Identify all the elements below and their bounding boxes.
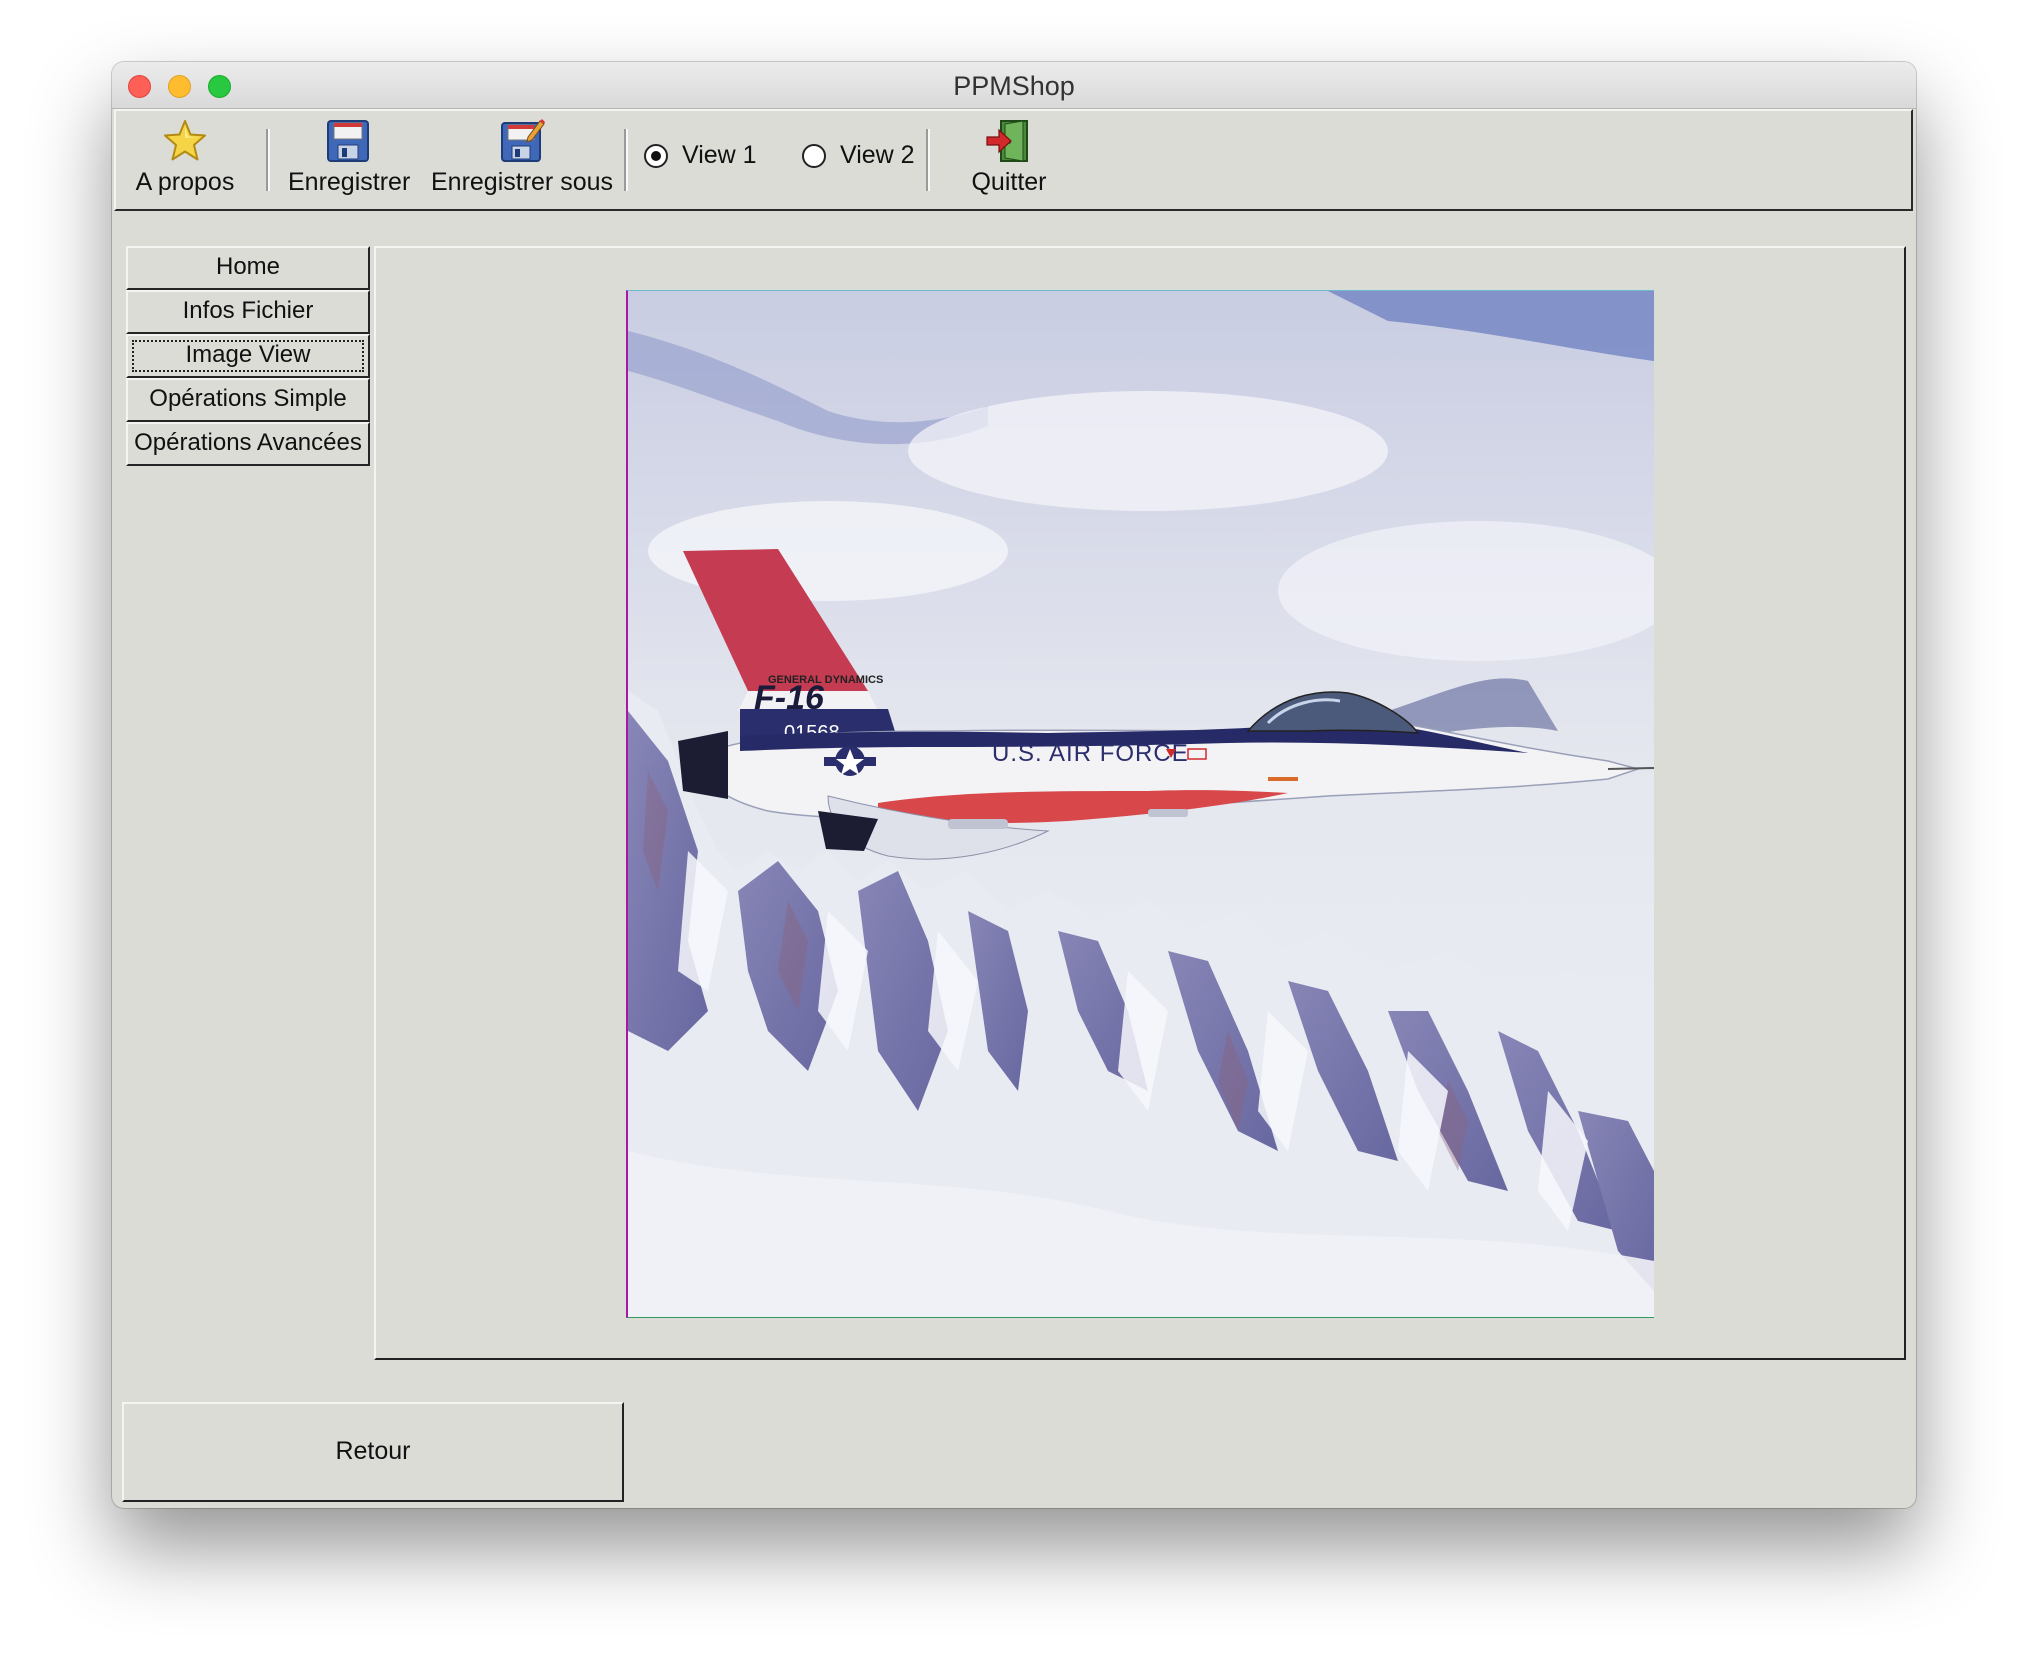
f16-jet-image: GENERAL DYNAMICS F-16 01568 U.S. AIR FOR… xyxy=(628,291,1654,1317)
exit-door-icon xyxy=(986,120,1028,162)
about-label: A propos xyxy=(135,168,235,196)
image-canvas: GENERAL DYNAMICS F-16 01568 U.S. AIR FOR… xyxy=(626,290,1654,1318)
sidebar-nav: Home Infos Fichier Image View Opérations… xyxy=(126,246,370,466)
window-title: PPMShop xyxy=(953,71,1075,101)
view2-label: View 2 xyxy=(840,141,915,169)
quit-label: Quitter xyxy=(971,168,1047,196)
floppy-disk-icon xyxy=(327,120,369,162)
star-icon xyxy=(164,120,206,161)
view2-radio[interactable]: View 2 xyxy=(802,141,915,170)
save-button[interactable]: Enregistrer xyxy=(288,117,411,205)
view1-label: View 1 xyxy=(682,141,757,169)
floppy-disk-edit-icon xyxy=(501,119,545,162)
radio-selected-icon xyxy=(644,143,668,168)
radio-unselected-icon xyxy=(802,143,826,168)
fuselage-text: U.S. AIR FORCE xyxy=(992,740,1189,767)
image-view-panel: GENERAL DYNAMICS F-16 01568 U.S. AIR FOR… xyxy=(374,246,1906,1360)
app-window: PPMShop A propos Enregistrer Enregistrer… xyxy=(112,62,1916,1508)
view1-radio[interactable]: View 1 xyxy=(644,141,757,170)
toolbar: A propos Enregistrer Enregistrer sous Vi… xyxy=(114,109,1913,211)
toolbar-separator xyxy=(266,129,270,191)
quit-button[interactable]: Quitter xyxy=(954,117,1064,205)
about-button[interactable]: A propos xyxy=(130,117,240,205)
toolbar-separator xyxy=(624,129,628,191)
save-as-button[interactable]: Enregistrer sous xyxy=(430,117,614,205)
sidebar-item-operations-avancees[interactable]: Opérations Avancées xyxy=(126,422,370,466)
sidebar-item-operations-simple[interactable]: Opérations Simple xyxy=(126,378,370,422)
toolbar-separator xyxy=(926,129,930,191)
back-button[interactable]: Retour xyxy=(122,1402,624,1502)
sidebar-item-infos-fichier[interactable]: Infos Fichier xyxy=(126,290,370,334)
title-bar[interactable]: PPMShop xyxy=(112,62,1916,109)
sidebar-item-image-view[interactable]: Image View xyxy=(126,334,370,378)
save-label: Enregistrer xyxy=(288,168,411,196)
sidebar-item-home[interactable]: Home xyxy=(126,246,370,290)
save-as-label: Enregistrer sous xyxy=(430,168,614,196)
